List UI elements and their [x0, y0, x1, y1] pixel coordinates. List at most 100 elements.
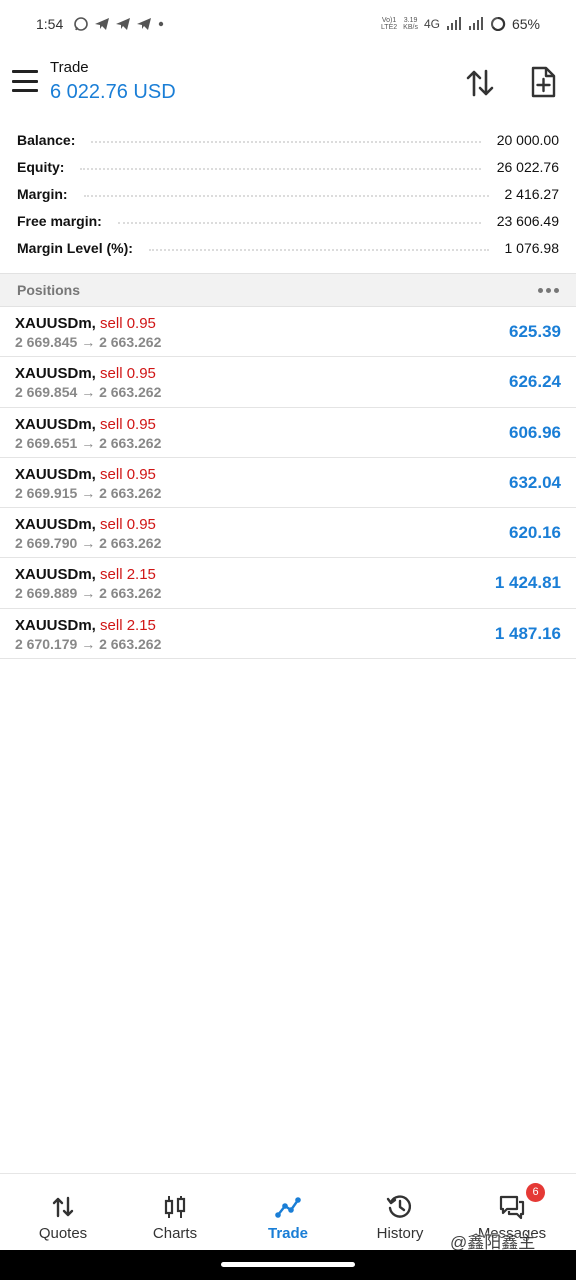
- current-price: 2 663.262: [99, 334, 161, 350]
- arrow-icon: →: [81, 485, 95, 501]
- position-profit: 626.24: [509, 372, 561, 392]
- summary-label: Free margin:: [17, 213, 110, 229]
- app-header: Trade 6 022.76 USD: [0, 48, 576, 118]
- open-price: 2 669.845: [15, 334, 77, 350]
- nav-label: Trade: [232, 1225, 344, 1242]
- dotted-leader: [118, 222, 481, 224]
- arrow-icon: →: [81, 384, 95, 400]
- summary-label: Margin:: [17, 186, 76, 202]
- position-side: sell 0.95: [100, 365, 156, 382]
- open-price: 2 669.651: [15, 435, 77, 451]
- messages-badge: 6: [526, 1183, 545, 1202]
- position-side: sell 0.95: [100, 516, 156, 533]
- status-bar: 1:54 Vo)1 LTE2 3.19 KB/s 4G 65%: [0, 0, 576, 48]
- position-profit: 620.16: [509, 523, 561, 543]
- positions-list: XAUUSDm, sell 0.95 2 669.845 → 2 663.262…: [0, 307, 576, 659]
- status-right: Vo)1 LTE2 3.19 KB/s 4G 65%: [381, 16, 540, 32]
- nav-label: Quotes: [7, 1225, 119, 1242]
- telegram-icon: [115, 16, 131, 32]
- nav-quotes[interactable]: Quotes: [7, 1174, 119, 1251]
- current-price: 2 663.262: [99, 535, 161, 551]
- nav-label: Charts: [119, 1225, 231, 1242]
- position-row[interactable]: XAUUSDm, sell 2.15 2 669.889 → 2 663.262…: [0, 558, 576, 608]
- signal-icon: [468, 17, 484, 31]
- dot-icon: [157, 16, 165, 32]
- position-side: sell 0.95: [100, 466, 156, 483]
- quotes-icon: [49, 1193, 77, 1221]
- menu-icon[interactable]: [12, 70, 38, 92]
- position-symbol: XAUUSDm,: [15, 416, 96, 433]
- account-summary: Balance: 20 000.00 Equity: 26 022.76 Mar…: [0, 126, 576, 261]
- more-options-icon[interactable]: [538, 288, 559, 293]
- position-profit: 606.96: [509, 423, 561, 443]
- messages-icon: [498, 1193, 526, 1221]
- nav-trade[interactable]: Trade: [232, 1174, 344, 1251]
- arrow-icon: →: [81, 535, 95, 551]
- position-symbol: XAUUSDm,: [15, 466, 96, 483]
- new-order-icon[interactable]: [529, 66, 557, 98]
- summary-row-margin-level: Margin Level (%): 1 076.98: [0, 234, 576, 261]
- positions-section-header: Positions: [0, 273, 576, 307]
- history-icon: [386, 1193, 414, 1221]
- arrow-icon: →: [81, 334, 95, 350]
- summary-value: 1 076.98: [497, 240, 560, 256]
- dotted-leader: [80, 168, 480, 170]
- position-profit: 1 487.16: [495, 624, 561, 644]
- account-profit: 6 022.76 USD: [50, 81, 176, 104]
- open-price: 2 669.790: [15, 535, 77, 551]
- position-symbol: XAUUSDm,: [15, 516, 96, 533]
- nav-label: History: [344, 1225, 456, 1242]
- current-price: 2 663.262: [99, 636, 161, 652]
- summary-row-equity: Equity: 26 022.76: [0, 153, 576, 180]
- battery-icon: [490, 16, 506, 32]
- candlestick-chart-icon: [161, 1193, 189, 1221]
- position-row[interactable]: XAUUSDm, sell 0.95 2 669.651 → 2 663.262…: [0, 408, 576, 458]
- summary-label: Margin Level (%):: [17, 240, 141, 256]
- summary-row-balance: Balance: 20 000.00: [0, 126, 576, 153]
- status-time: 1:54: [36, 16, 63, 32]
- nav-history[interactable]: History: [344, 1174, 456, 1251]
- dotted-leader: [84, 195, 489, 197]
- network-speed: 3.19 KB/s: [403, 17, 418, 31]
- summary-value: 26 022.76: [489, 159, 559, 175]
- position-symbol: XAUUSDm,: [15, 315, 96, 332]
- position-row[interactable]: XAUUSDm, sell 0.95 2 669.845 → 2 663.262…: [0, 307, 576, 357]
- nav-charts[interactable]: Charts: [119, 1174, 231, 1251]
- whatsapp-icon: [73, 16, 89, 32]
- position-side: sell 2.15: [100, 617, 156, 634]
- sort-icon[interactable]: [464, 68, 496, 98]
- network-type: 4G: [424, 17, 440, 31]
- position-row[interactable]: XAUUSDm, sell 0.95 2 669.854 → 2 663.262…: [0, 357, 576, 407]
- arrow-icon: →: [81, 636, 95, 652]
- signal-icon: [446, 17, 462, 31]
- telegram-icon: [94, 16, 110, 32]
- open-price: 2 669.915: [15, 485, 77, 501]
- summary-value: 2 416.27: [497, 186, 560, 202]
- position-side: sell 0.95: [100, 416, 156, 433]
- system-nav-bar: [0, 1250, 576, 1280]
- summary-value: 20 000.00: [489, 132, 559, 148]
- page-title: Trade: [50, 59, 89, 76]
- trade-icon: [274, 1193, 302, 1221]
- position-profit: 1 424.81: [495, 573, 561, 593]
- summary-row-margin: Margin: 2 416.27: [0, 180, 576, 207]
- battery-level: 65%: [512, 16, 540, 32]
- position-row[interactable]: XAUUSDm, sell 2.15 2 670.179 → 2 663.262…: [0, 609, 576, 659]
- arrow-icon: →: [81, 585, 95, 601]
- telegram-icon: [136, 16, 152, 32]
- position-symbol: XAUUSDm,: [15, 566, 96, 583]
- home-indicator[interactable]: [221, 1262, 355, 1267]
- position-row[interactable]: XAUUSDm, sell 0.95 2 669.915 → 2 663.262…: [0, 458, 576, 508]
- position-symbol: XAUUSDm,: [15, 365, 96, 382]
- notification-icons: [73, 16, 165, 32]
- current-price: 2 663.262: [99, 435, 161, 451]
- dotted-leader: [91, 141, 480, 143]
- position-side: sell 2.15: [100, 566, 156, 583]
- position-symbol: XAUUSDm,: [15, 617, 96, 634]
- current-price: 2 663.262: [99, 485, 161, 501]
- position-row[interactable]: XAUUSDm, sell 0.95 2 669.790 → 2 663.262…: [0, 508, 576, 558]
- volte-indicator: Vo)1 LTE2: [381, 17, 397, 31]
- open-price: 2 669.854: [15, 384, 77, 400]
- summary-label: Equity:: [17, 159, 72, 175]
- open-price: 2 670.179: [15, 636, 77, 652]
